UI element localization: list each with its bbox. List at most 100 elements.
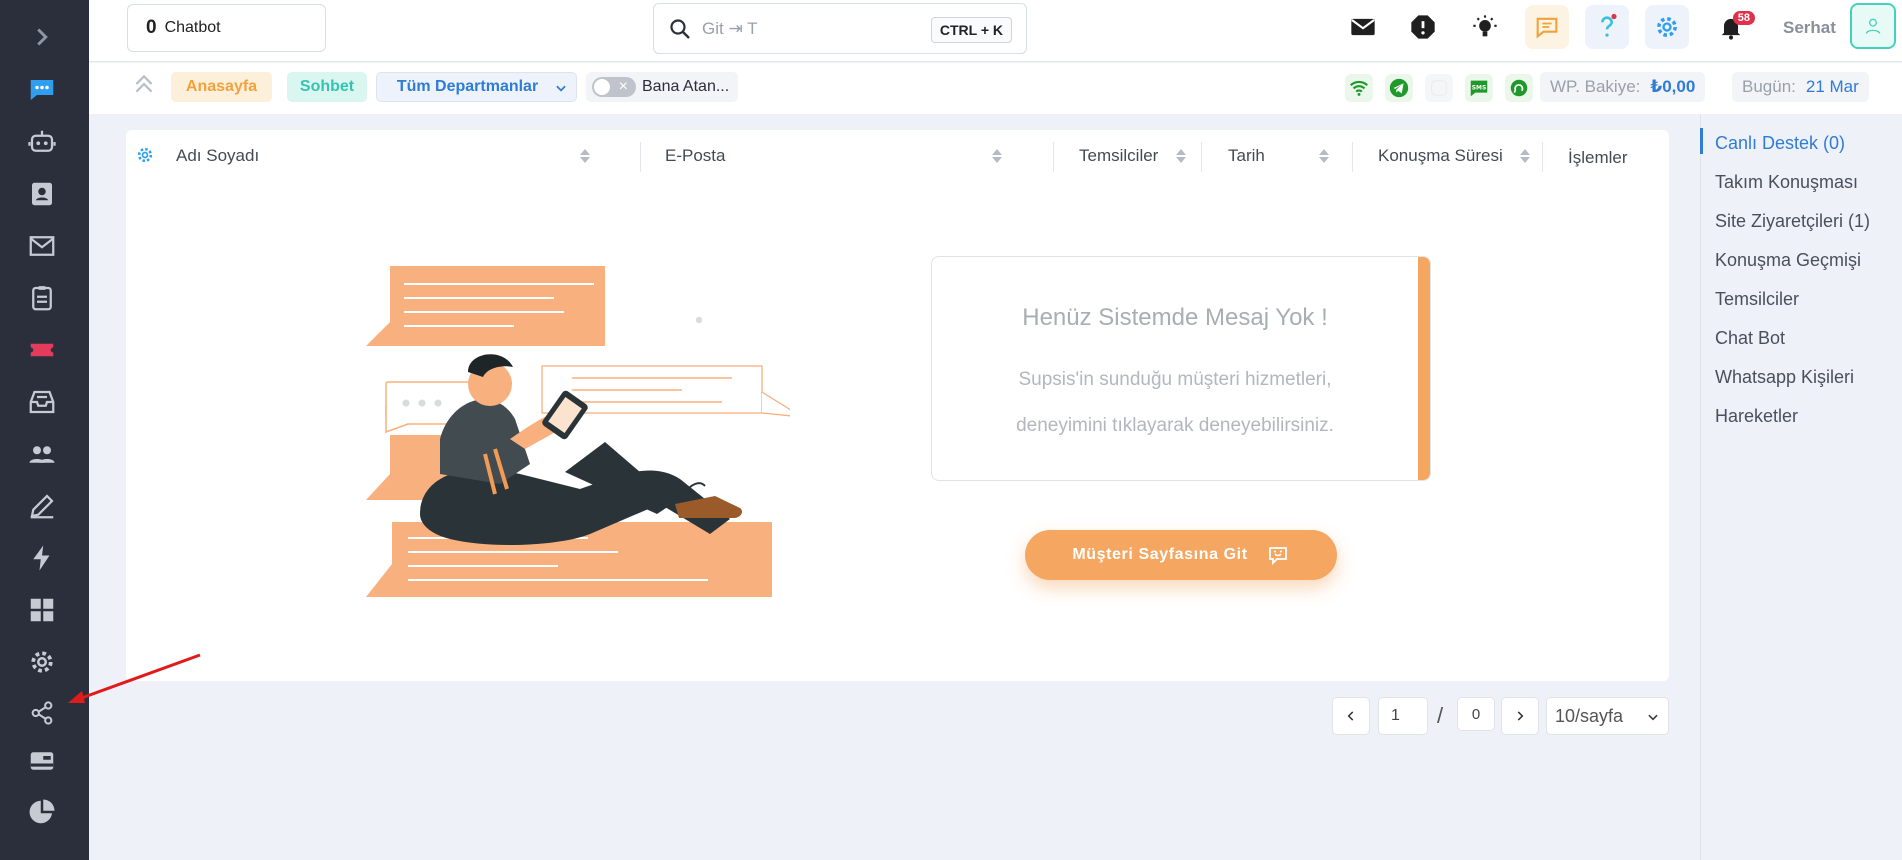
sidebar-item-automation[interactable] [22,538,62,578]
live-chat-table-card: Adı Soyadı E-Posta Temsilciler Tarih Kon… [126,130,1669,681]
empty-state-illustration [366,266,790,597]
sort-icon[interactable] [1518,148,1530,164]
sort-icon[interactable] [578,148,590,164]
toggle-switch[interactable] [592,77,636,97]
panel-item-live-support[interactable]: Canlı Destek (0) [1715,133,1845,154]
column-divider [1053,142,1054,172]
chatbot-counter[interactable]: 0 Chatbot [127,4,326,52]
empty-state-description: Supsis'in sunduğu müşteri hizmetleri, de… [932,357,1418,449]
team-icon [29,446,55,463]
column-header-date-label: Tarih [1228,146,1265,165]
active-indicator [1700,128,1703,154]
share-icon [31,701,53,725]
notifications-button[interactable]: 58 [1709,5,1755,49]
page-size-select[interactable]: 10/sayfa [1546,697,1669,735]
edit-icon [30,494,54,519]
lightbulb-icon [1473,15,1497,37]
sms-status[interactable]: SMS [1465,74,1493,102]
gear-icon [1657,17,1677,37]
prev-page-button[interactable] [1332,697,1370,735]
panel-item-chatbot[interactable]: Chat Bot [1715,328,1785,349]
help-button[interactable] [1585,5,1629,49]
page-number-input[interactable]: 1 [1378,697,1428,735]
instagram-status[interactable] [1425,74,1453,102]
sidebar-item-chatbot[interactable] [22,122,62,162]
clipboard-icon [32,286,52,311]
ideas-button[interactable] [1463,5,1507,49]
column-header-email[interactable]: E-Posta [665,146,725,166]
sidebar-item-reports[interactable] [22,792,62,832]
sort-icon[interactable] [1174,148,1186,164]
avatar[interactable] [1850,3,1896,49]
sidebar-item-settings[interactable] [22,642,62,682]
question-icon [1601,13,1617,37]
chevron-up-icon[interactable] [131,71,157,97]
notification-badge: 58 [1732,11,1755,25]
assigned-toggle-label: Bana Atan... [642,78,730,95]
telegram-icon [1389,78,1409,98]
settings-button[interactable] [1645,5,1689,49]
column-header-actions-label: İşlemler [1568,148,1628,167]
whatsapp-status[interactable] [1505,74,1533,102]
column-header-duration[interactable]: Konuşma Süresi [1378,146,1503,166]
sms-icon: SMS [1470,80,1488,97]
whatsapp-icon [1510,79,1528,97]
column-header-actions: İşlemler [1568,148,1628,168]
tab-home[interactable]: Anasayfa [171,72,272,102]
assigned-to-me-toggle[interactable]: Bana Atan... [586,72,738,102]
telegram-status[interactable] [1385,74,1413,102]
column-header-agents[interactable]: Temsilciler [1079,146,1158,166]
empty-state-title: Henüz Sistemde Mesaj Yok ! [1022,304,1328,331]
sidebar-item-edit[interactable] [22,486,62,526]
department-select[interactable]: Tüm Departmanlar [376,72,577,102]
chevron-right-icon [1517,711,1524,721]
sidebar-item-team[interactable] [22,434,62,474]
panel-item-team-chat[interactable]: Takım Konuşması [1715,172,1858,193]
sidebar-item-inbox[interactable] [22,382,62,422]
chatbot-icon [28,130,56,152]
wifi-icon [1349,80,1369,96]
sidebar-item-tasks[interactable] [22,278,62,318]
lightning-icon [33,545,50,571]
sidebar-expand-button[interactable] [22,17,62,57]
sidebar-item-contacts[interactable] [22,174,62,214]
alerts-button[interactable] [1401,5,1445,49]
sort-icon[interactable] [990,148,1002,164]
column-header-name-label: Adı Soyadı [176,146,260,165]
username[interactable]: Serhat [1783,18,1836,38]
sidebar-item-live-chat[interactable] [22,70,62,110]
total-pages: 0 [1457,697,1495,731]
panel-item-site-visitors[interactable]: Site Ziyaretçileri (1) [1715,211,1870,232]
tab-chat[interactable]: Sohbet [287,72,367,102]
panel-item-agents[interactable]: Temsilciler [1715,289,1799,310]
panel-item-whatsapp-contacts[interactable]: Whatsapp Kişileri [1715,367,1854,388]
search-input[interactable]: Git ⇥ T CTRL + K [653,3,1027,54]
table-settings-icon[interactable] [135,145,155,165]
sidebar-item-mail[interactable] [22,226,62,266]
column-header-name[interactable]: Adı Soyadı [176,146,259,166]
messages-button[interactable] [1341,5,1385,49]
sidebar-item-dashboard[interactable] [22,590,62,630]
settings-gear-icon [31,651,53,673]
alert-octagon-icon [1411,15,1435,39]
sidebar-item-tickets[interactable] [22,330,62,370]
sidebar-item-integrations[interactable] [22,693,62,733]
sidebar-item-billing[interactable] [22,741,62,781]
next-page-button[interactable] [1501,697,1539,735]
column-divider [1542,142,1543,172]
envelope-icon [1351,18,1375,36]
sort-icon[interactable] [1317,148,1329,164]
live-chat-icon [30,80,54,100]
feedback-button[interactable] [1525,5,1569,49]
department-select-value: Tüm Departmanlar [396,78,539,95]
go-to-customer-page-button[interactable]: Müşteri Sayfasına Git [1025,530,1337,580]
panel-item-chat-history[interactable]: Konuşma Geçmişi [1715,250,1861,271]
connection-status[interactable] [1345,74,1373,102]
panel-item-activities[interactable]: Hareketler [1715,406,1798,427]
search-icon [670,18,690,39]
column-header-date[interactable]: Tarih [1228,146,1265,166]
today-label: Bugün: [1742,77,1796,96]
sidebar [0,0,89,860]
search-input-text: Git ⇥ T [702,18,758,38]
pie-chart-icon [29,799,55,824]
